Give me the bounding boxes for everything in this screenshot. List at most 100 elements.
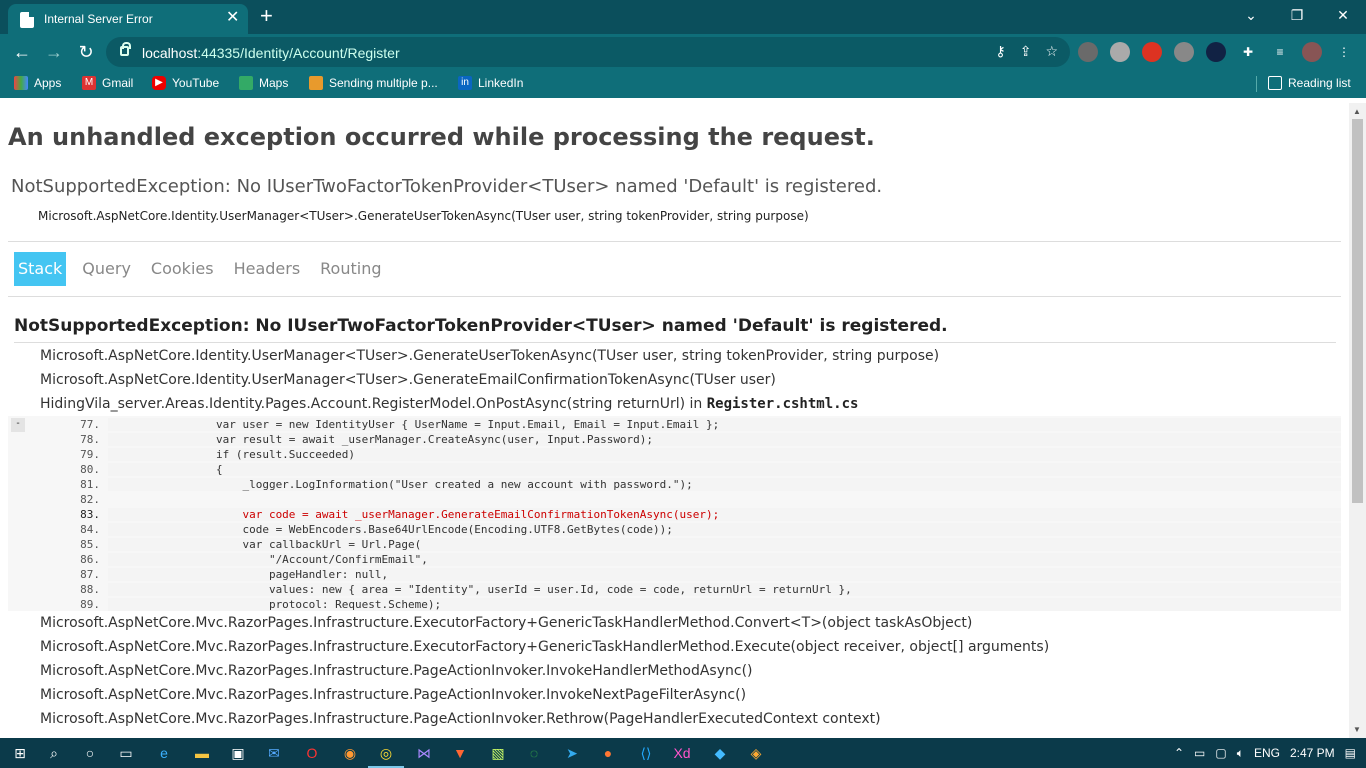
notifications-icon[interactable]: ▤	[1345, 746, 1356, 760]
taskbar: ⊞ ⌕ ○ ▭ e ▬ ▣ ✉ O ◉ ◎ ⋈ ▼ ▧ ◌ ➤ ● ⟨⟩ Xd …	[0, 738, 1366, 768]
exception-location: Microsoft.AspNetCore.Identity.UserManage…	[38, 209, 809, 223]
search-icon[interactable]: ⌕	[44, 743, 64, 763]
brave-icon[interactable]: ▼	[450, 743, 470, 763]
code-line: 80. {	[8, 463, 1341, 478]
chrome-icon[interactable]: ◎	[368, 743, 404, 768]
extensions-area: ✚ ≡ ⋮	[1078, 42, 1354, 62]
youtube-icon: ▶	[152, 76, 166, 90]
bookmark-gmail[interactable]: M Gmail	[82, 76, 133, 90]
browser-tab[interactable]: Internal Server Error ✕	[8, 4, 248, 34]
store-icon[interactable]: ▣	[228, 743, 248, 763]
code-line: 87. pageHandler: null,	[8, 568, 1341, 583]
apps-grid-icon	[14, 76, 28, 90]
telegram-icon[interactable]: ➤	[562, 743, 582, 763]
star-icon[interactable]: ☆	[1045, 43, 1058, 60]
git-icon[interactable]: ◈	[746, 743, 766, 763]
file-explorer-icon[interactable]: ▬	[192, 743, 212, 763]
clock[interactable]: 2:47 PM	[1290, 746, 1335, 760]
reading-list-icon	[1268, 76, 1282, 90]
stack-frame-source: HidingVila_server.Areas.Identity.Pages.A…	[40, 396, 859, 412]
gmail-icon: M	[82, 76, 96, 90]
vertical-scrollbar[interactable]: ▲ ▼	[1349, 103, 1366, 738]
new-tab-button[interactable]: +	[260, 5, 273, 27]
camera-icon[interactable]	[1174, 42, 1194, 62]
back-button[interactable]: ←	[10, 40, 34, 64]
visual-studio-icon[interactable]: ⋈	[414, 743, 434, 763]
chevron-up-icon[interactable]: ⌃	[1174, 746, 1184, 760]
stack-icon	[309, 76, 323, 90]
tab-headers[interactable]: Headers	[230, 252, 305, 286]
minimize-button[interactable]: ⌄	[1228, 0, 1274, 30]
restore-button[interactable]: ❐	[1274, 0, 1320, 30]
playlist-icon[interactable]: ≡	[1270, 42, 1290, 62]
battery-icon[interactable]: ▭	[1194, 746, 1205, 760]
code-line: 78. var result = await _userManager.Crea…	[8, 433, 1341, 448]
extension-icon[interactable]	[1142, 42, 1162, 62]
firefox-icon[interactable]: ◉	[340, 743, 360, 763]
reading-list-button[interactable]: Reading list	[1268, 76, 1351, 90]
divider	[14, 342, 1336, 343]
extension-icon[interactable]	[1206, 42, 1226, 62]
bookmark-maps[interactable]: Maps	[239, 76, 288, 90]
menu-icon[interactable]: ⋮	[1334, 42, 1354, 62]
divider	[8, 241, 1341, 242]
system-tray: ⌃ ▭ ▢ 🔈︎ ENG 2:47 PM ▤	[1174, 738, 1366, 768]
postman-icon[interactable]: ●	[598, 743, 618, 763]
reload-button[interactable]: ↻	[74, 40, 98, 64]
address-bar[interactable]: localhost:44335/Identity/Account/Registe…	[106, 37, 1070, 67]
windows-start-icon[interactable]: ⊞	[10, 743, 30, 763]
code-line: 79. if (result.Succeeded)	[8, 448, 1341, 463]
key-icon[interactable]: ⚷	[995, 43, 1005, 60]
code-line: 89. protocol: Request.Scheme);	[8, 598, 1341, 613]
adobe-xd-icon[interactable]: Xd	[672, 743, 692, 763]
tab-query[interactable]: Query	[78, 252, 135, 286]
whatsapp-icon[interactable]: ◌	[524, 743, 544, 763]
docker-icon[interactable]: ◆	[710, 743, 730, 763]
scrollbar-thumb[interactable]	[1352, 119, 1363, 503]
code-line: 81. _logger.LogInformation("User created…	[8, 478, 1341, 493]
scroll-up-icon[interactable]: ▲	[1353, 107, 1361, 116]
code-line: 84. code = WebEncoders.Base64UrlEncode(E…	[8, 523, 1341, 538]
code-line: 85. var callbackUrl = Url.Page(	[8, 538, 1341, 553]
stack-frame: Microsoft.AspNetCore.Identity.UserManage…	[40, 348, 940, 364]
page-title: An unhandled exception occurred while pr…	[8, 123, 875, 151]
tab-close-icon[interactable]: ✕	[226, 9, 239, 27]
url-text[interactable]: localhost:44335/Identity/Account/Registe…	[142, 45, 400, 61]
language-indicator[interactable]: ENG	[1254, 746, 1280, 760]
extension-icon[interactable]	[1110, 42, 1130, 62]
task-view-icon[interactable]: ▭	[116, 743, 136, 763]
stack-frame: Microsoft.AspNetCore.Mvc.RazorPages.Infr…	[40, 687, 747, 703]
bookmark-youtube[interactable]: ▶ YouTube	[152, 76, 219, 90]
page-viewport: An unhandled exception occurred while pr…	[0, 103, 1366, 738]
error-tabs: Stack Query Cookies Headers Routing	[14, 252, 398, 286]
forward-button[interactable]: →	[42, 40, 66, 64]
opera-icon[interactable]: O	[302, 743, 322, 763]
stack-frame: Microsoft.AspNetCore.Mvc.RazorPages.Infr…	[40, 615, 973, 631]
cortana-icon[interactable]: ○	[80, 743, 100, 763]
bookmark-linkedin[interactable]: in LinkedIn	[458, 76, 523, 90]
mail-icon[interactable]: ✉	[264, 743, 284, 763]
vscode-icon[interactable]: ⟨⟩	[636, 743, 656, 763]
avatar[interactable]	[1302, 42, 1322, 62]
close-window-button[interactable]: ✕	[1320, 0, 1366, 30]
lock-icon[interactable]	[120, 42, 131, 56]
app-icon[interactable]: ▧	[488, 743, 508, 763]
network-icon[interactable]: ▢	[1215, 746, 1226, 760]
code-line: 77. var user = new IdentityUser { UserNa…	[8, 418, 1341, 433]
share-icon[interactable]: ⇪	[1020, 43, 1032, 60]
bookmark-apps[interactable]: Apps	[14, 76, 61, 90]
tab-stack[interactable]: Stack	[14, 252, 67, 286]
scroll-down-icon[interactable]: ▼	[1353, 725, 1361, 734]
edge-icon[interactable]: e	[154, 743, 174, 763]
divider	[8, 296, 1341, 297]
volume-icon[interactable]: 🔈︎	[1237, 746, 1244, 761]
exception-title: NotSupportedException: No IUserTwoFactor…	[11, 176, 883, 197]
bookmark-sending-multiple[interactable]: Sending multiple p...	[309, 76, 438, 90]
extension-icon[interactable]	[1078, 42, 1098, 62]
stack-frame: Microsoft.AspNetCore.Identity.UserManage…	[40, 372, 776, 388]
tab-cookies[interactable]: Cookies	[147, 252, 218, 286]
puzzle-icon[interactable]: ✚	[1238, 42, 1258, 62]
tab-routing[interactable]: Routing	[316, 252, 385, 286]
page-icon	[20, 12, 34, 28]
maps-icon	[239, 76, 253, 90]
